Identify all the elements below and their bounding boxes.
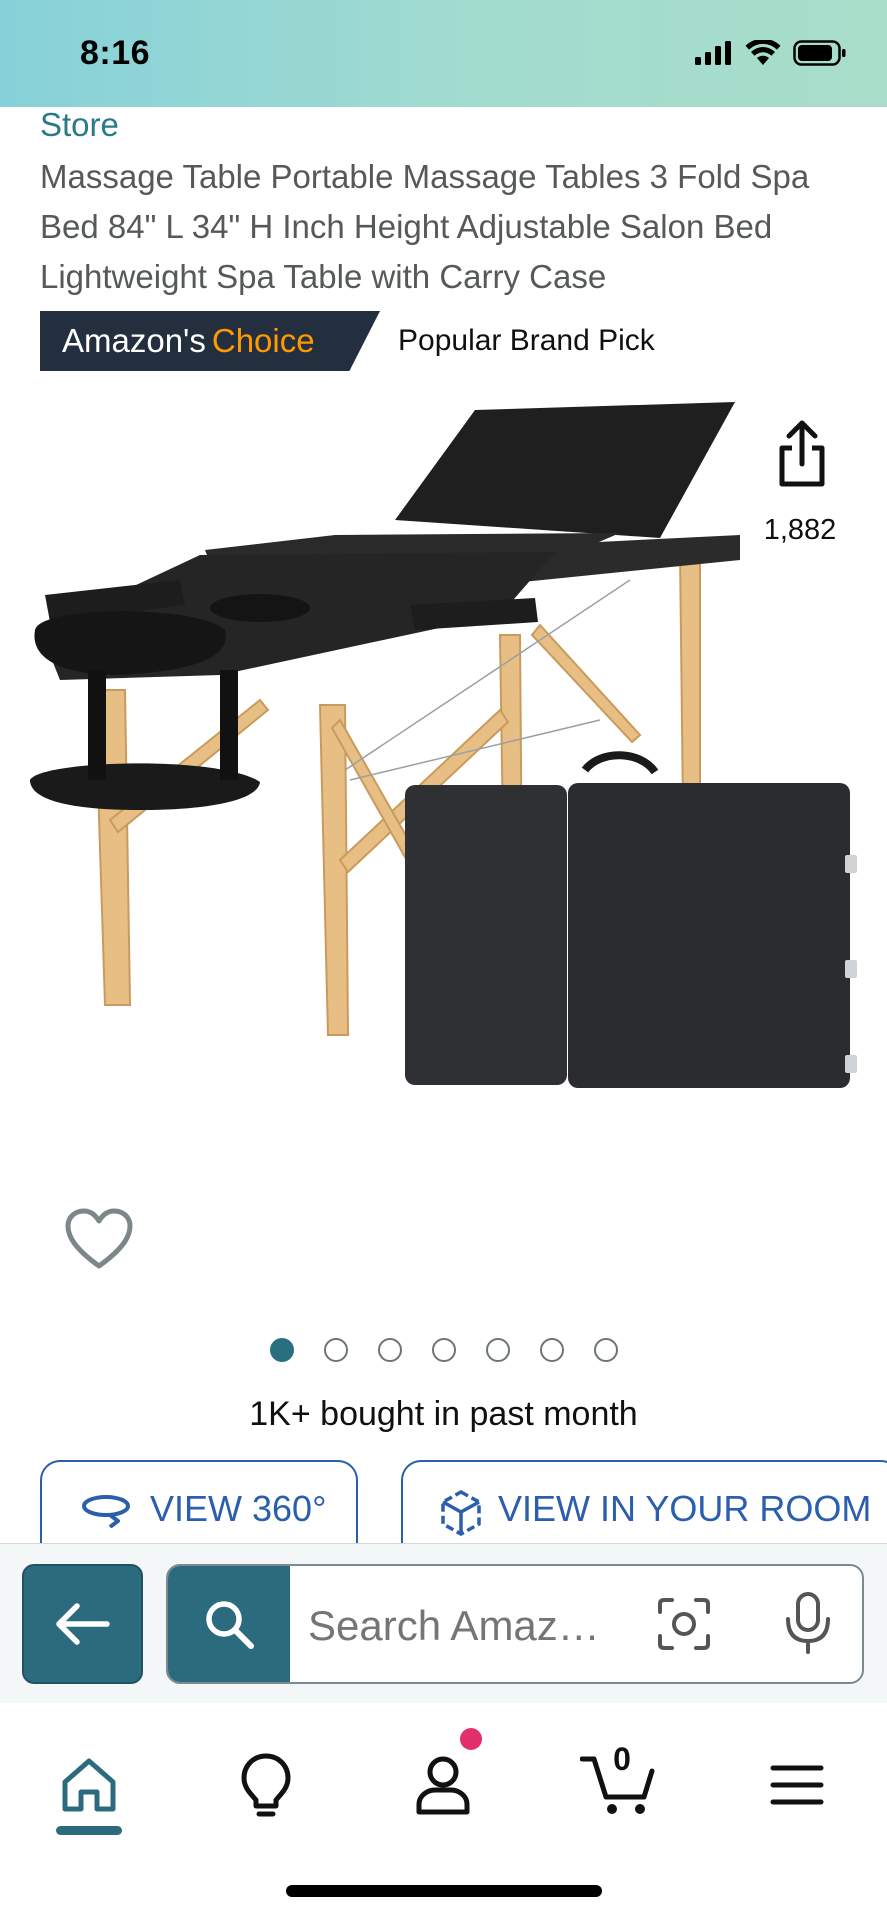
cart-count: 0: [613, 1741, 631, 1777]
cellular-signal-icon: [695, 41, 731, 65]
search-panel: [0, 1543, 887, 1703]
badge-description: Popular Brand Pick: [398, 324, 655, 357]
bottom-nav: 0: [0, 1703, 887, 1920]
carousel-dot[interactable]: [378, 1338, 402, 1362]
rotate-360-icon: [82, 1495, 130, 1528]
status-icons: [695, 40, 847, 66]
product-title: Massage Table Portable Massage Tables 3 …: [40, 158, 810, 295]
amazons-choice-badge: Amazon's Choice Popular Brand Pick: [40, 311, 655, 371]
share-button[interactable]: [770, 420, 834, 490]
carousel-dot[interactable]: [432, 1338, 456, 1362]
active-tab-indicator: [56, 1826, 122, 1835]
search-icon: [206, 1601, 254, 1649]
camera-lens-button[interactable]: [656, 1596, 712, 1652]
battery-icon: [793, 40, 846, 66]
view-in-your-room-button[interactable]: VIEW IN YOUR ROOM: [401, 1460, 887, 1550]
carousel-dot[interactable]: [594, 1338, 618, 1362]
badge-highlight: Choice: [211, 322, 315, 359]
nav-menu[interactable]: [757, 1745, 837, 1825]
back-button[interactable]: [22, 1564, 143, 1684]
wishlist-button[interactable]: [64, 1208, 134, 1272]
carousel-dot-active[interactable]: [270, 1338, 294, 1362]
image-carousel-dots: [270, 1338, 618, 1362]
search-button[interactable]: [168, 1566, 290, 1682]
badge-label: Amazon's Choice: [40, 311, 380, 371]
nav-home[interactable]: [49, 1745, 129, 1825]
microphone-icon: [786, 1592, 830, 1654]
ar-cube-icon: [441, 1489, 481, 1537]
home-icon: [62, 1758, 116, 1812]
back-arrow-icon: [55, 1603, 110, 1645]
status-time: 8:16: [80, 34, 151, 72]
carry-case-illustration: [405, 751, 857, 1088]
home-indicator: [286, 1885, 602, 1897]
view-360-button[interactable]: VIEW 360°: [40, 1460, 358, 1550]
search-input[interactable]: [308, 1602, 628, 1650]
carousel-dot[interactable]: [486, 1338, 510, 1362]
bought-in-past-month: 1K+ bought in past month: [249, 1395, 638, 1433]
microphone-button[interactable]: [783, 1591, 833, 1655]
notification-dot: [460, 1728, 482, 1750]
search-box[interactable]: [166, 1564, 864, 1684]
view-in-your-room-label: VIEW IN YOUR ROOM: [498, 1488, 872, 1529]
camera-lens-icon: [658, 1598, 710, 1650]
nav-account[interactable]: [403, 1745, 483, 1825]
wifi-icon: [745, 40, 781, 65]
person-icon: [416, 1756, 470, 1815]
status-bar: 8:16: [0, 0, 887, 107]
lightbulb-icon: [241, 1753, 291, 1817]
view-360-label: VIEW 360°: [150, 1488, 327, 1529]
share-icon: [779, 420, 825, 487]
carousel-dot[interactable]: [540, 1338, 564, 1362]
badge-prefix: Amazon's: [62, 322, 206, 359]
share-count: 1,882: [763, 514, 837, 546]
store-link[interactable]: Store: [40, 106, 119, 144]
nav-inspire[interactable]: [226, 1745, 306, 1825]
carousel-dot[interactable]: [324, 1338, 348, 1362]
hamburger-icon: [770, 1765, 824, 1805]
heart-icon: [65, 1208, 133, 1269]
